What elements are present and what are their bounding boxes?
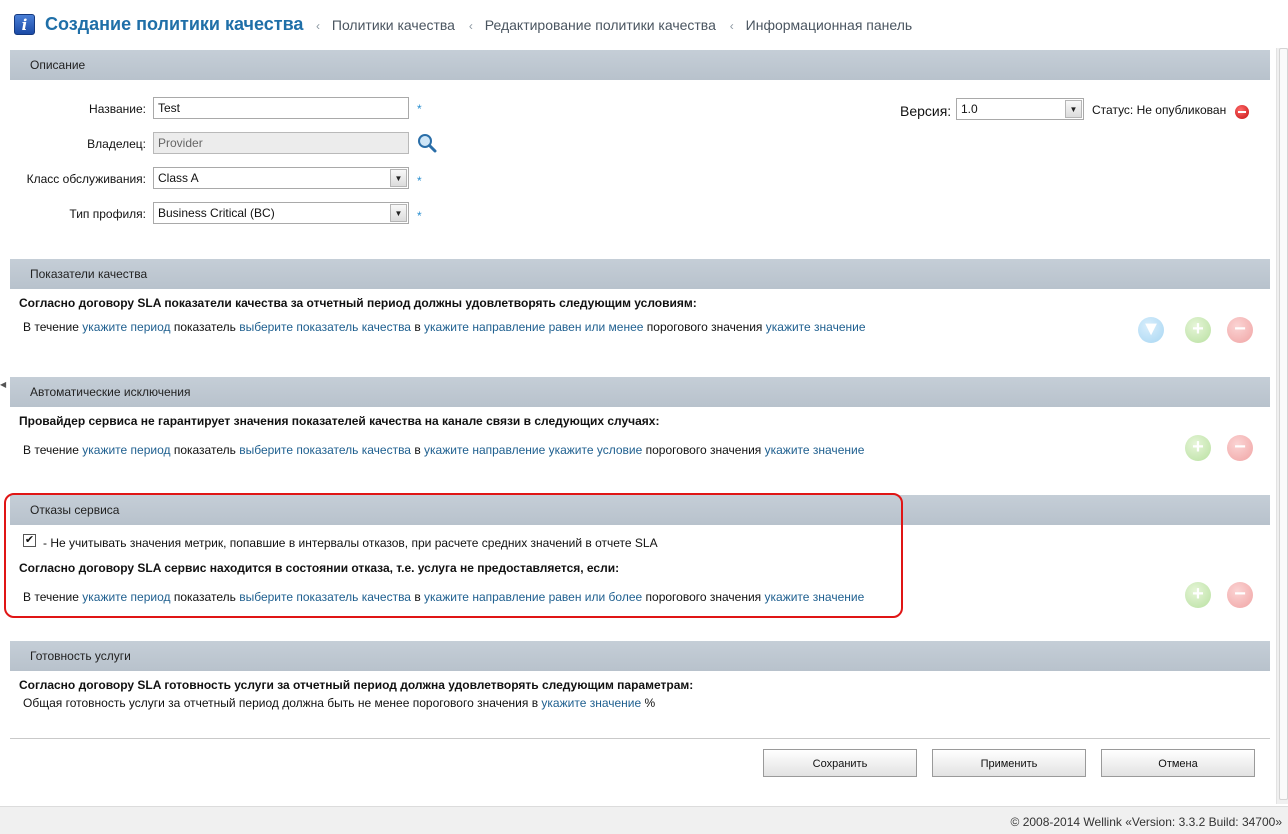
name-label: Название:: [89, 102, 146, 116]
direction-link[interactable]: укажите направление укажите условие: [424, 443, 642, 457]
section-header-availability: Готовность услуги: [10, 641, 1270, 671]
rule-text: порогового значения: [642, 443, 765, 457]
breadcrumb-separator-icon: ‹: [468, 19, 473, 33]
section-header-description: Описание: [10, 50, 1270, 80]
info-icon: i: [14, 14, 35, 35]
breadcrumb-dashboard[interactable]: Информационная панель: [746, 17, 913, 33]
rule-text: в: [410, 320, 425, 334]
availability-rule: Общая готовность услуги за отчетный пери…: [23, 696, 655, 710]
period-link[interactable]: укажите период: [82, 443, 170, 457]
rule-text: в: [410, 443, 425, 457]
class-select-value: Class A: [158, 171, 199, 185]
profile-label: Тип профиля:: [69, 207, 146, 221]
rule-text: Общая готовность услуги за отчетный пери…: [23, 696, 542, 710]
profile-select[interactable]: Business Critical (BC) ▼: [153, 202, 409, 224]
version-select[interactable]: 1.0 ▼: [956, 98, 1084, 120]
chevron-down-icon[interactable]: ▼: [1065, 100, 1082, 118]
class-label: Класс обслуживания:: [26, 172, 146, 186]
quality-rule: В течение укажите период показатель выбе…: [23, 320, 866, 334]
cancel-button[interactable]: Отмена: [1101, 749, 1255, 777]
value-link[interactable]: укажите значение: [765, 443, 865, 457]
remove-rule-button[interactable]: −: [1227, 582, 1253, 608]
breadcrumb-edit-policy[interactable]: Редактирование политики качества: [485, 17, 716, 33]
footer: © 2008-2014 Wellink «Version: 3.3.2 Buil…: [0, 806, 1288, 834]
owner-field: [153, 132, 409, 154]
value-link[interactable]: укажите значение: [541, 696, 641, 710]
remove-rule-button[interactable]: −: [1227, 317, 1253, 343]
owner-label: Владелец:: [87, 137, 146, 151]
unit-text: %: [641, 696, 656, 710]
page-header: i Создание политики качества ‹ Политики …: [0, 0, 1288, 48]
section-header-exceptions: Автоматические исключения: [10, 377, 1270, 407]
rule-text: порогового значения: [643, 320, 766, 334]
name-input[interactable]: [153, 97, 409, 119]
unpublished-status-icon: [1235, 105, 1249, 119]
scrollbar-thumb[interactable]: [1279, 48, 1288, 800]
required-mark: *: [417, 102, 422, 116]
value-link[interactable]: укажите значение: [766, 320, 866, 334]
divider: [10, 738, 1270, 739]
rule-text: В течение: [23, 320, 83, 334]
highlight-frame: [4, 493, 903, 618]
rule-text: В течение: [23, 443, 83, 457]
required-mark: *: [417, 174, 422, 188]
apply-button[interactable]: Применить: [932, 749, 1086, 777]
version-select-value: 1.0: [961, 102, 978, 116]
quality-intro: Согласно договору SLA показатели качеств…: [19, 296, 697, 310]
exceptions-intro: Провайдер сервиса не гарантирует значени…: [19, 414, 660, 428]
section-header-quality: Показатели качества: [10, 259, 1270, 289]
drop-icon[interactable]: ▼: [1138, 317, 1164, 343]
page-title: Создание политики качества: [45, 14, 304, 34]
version-label: Версия:: [900, 103, 952, 119]
save-button[interactable]: Сохранить: [763, 749, 917, 777]
direction-link[interactable]: укажите направление равен или менее: [424, 320, 643, 334]
class-select[interactable]: Class A ▼: [153, 167, 409, 189]
period-link[interactable]: укажите период: [82, 320, 170, 334]
breadcrumb-separator-icon: ‹: [729, 19, 734, 33]
add-rule-button[interactable]: +: [1185, 317, 1211, 343]
footer-version: © 2008-2014 Wellink «Version: 3.3.2 Buil…: [1010, 815, 1282, 829]
add-rule-button[interactable]: +: [1185, 582, 1211, 608]
chevron-down-icon[interactable]: ▼: [390, 169, 407, 187]
remove-rule-button[interactable]: −: [1227, 435, 1253, 461]
rule-text: показатель: [170, 320, 240, 334]
chevron-down-icon[interactable]: ▼: [390, 204, 407, 222]
breadcrumb: ‹ Политики качества ‹ Редактирование пол…: [316, 17, 922, 33]
profile-select-value: Business Critical (BC): [158, 206, 275, 220]
metric-link[interactable]: выберите показатель качества: [239, 320, 411, 334]
breadcrumb-quality-policies[interactable]: Политики качества: [332, 17, 455, 33]
collapse-arrow-icon[interactable]: ◀: [0, 380, 6, 390]
add-rule-button[interactable]: +: [1185, 435, 1211, 461]
search-icon[interactable]: [417, 133, 437, 153]
availability-intro: Согласно договору SLA готовность услуги …: [19, 678, 694, 692]
rule-text: показатель: [170, 443, 240, 457]
status-text: Статус: Не опубликован: [1092, 103, 1227, 117]
metric-link[interactable]: выберите показатель качества: [239, 443, 411, 457]
exceptions-rule: В течение укажите период показатель выбе…: [23, 443, 864, 457]
required-mark: *: [417, 209, 422, 223]
breadcrumb-separator-icon: ‹: [316, 19, 320, 33]
